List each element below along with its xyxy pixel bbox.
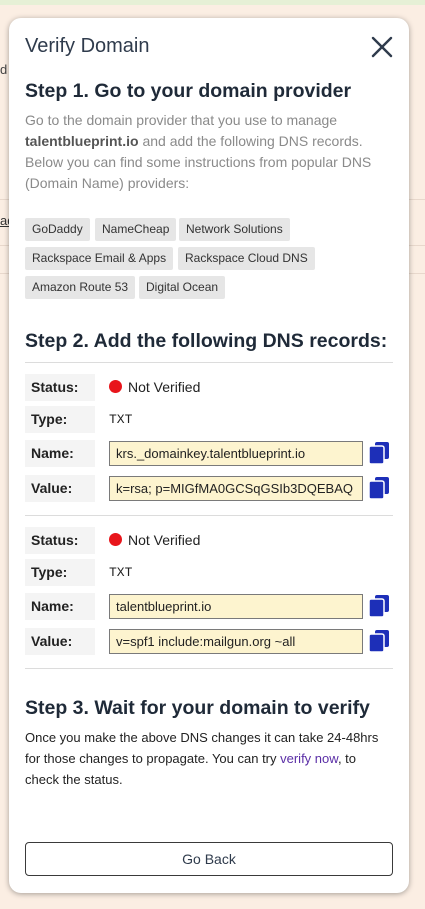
modal-title: Verify Domain: [25, 35, 150, 57]
value-label: Value:: [25, 475, 95, 502]
record-name-field[interactable]: talentblueprint.io: [109, 594, 363, 619]
close-button[interactable]: [367, 32, 397, 62]
copy-icon: [368, 595, 389, 618]
status-dot-icon: [109, 533, 122, 546]
status-label: Status:: [25, 374, 95, 401]
copy-name-button[interactable]: [368, 441, 390, 465]
copy-value-button[interactable]: [368, 476, 390, 500]
step3-heading: Step 3. Wait for your domain to verify: [25, 697, 370, 719]
type-value: TXT: [109, 412, 133, 427]
divider: [25, 668, 393, 669]
type-value: TXT: [109, 565, 133, 580]
provider-network-solutions[interactable]: Network Solutions: [179, 218, 290, 241]
copy-icon: [368, 477, 389, 500]
record-value-field[interactable]: v=spf1 include:mailgun.org ~all: [109, 629, 363, 654]
step2-heading: Step 2. Add the following DNS records:: [25, 330, 388, 352]
close-icon: [371, 36, 393, 58]
provider-rackspace-cloud-dns[interactable]: Rackspace Cloud DNS: [178, 247, 315, 270]
provider-namecheap[interactable]: NameCheap: [95, 218, 177, 241]
step1-heading: Step 1. Go to your domain provider: [25, 80, 352, 102]
status-value: Not Verified: [109, 374, 200, 401]
go-back-button[interactable]: Go Back: [25, 842, 393, 876]
value-label: Value:: [25, 628, 95, 655]
copy-name-button[interactable]: [368, 594, 390, 618]
type-label: Type:: [25, 406, 95, 433]
step3-text: Once you make the above DNS changes it c…: [25, 727, 385, 790]
record-name-field[interactable]: krs._domainkey.talentblueprint.io: [109, 441, 363, 466]
name-label: Name:: [25, 440, 95, 467]
status-text: Not Verified: [128, 532, 201, 548]
copy-icon: [368, 630, 389, 653]
status-dot-icon: [109, 380, 122, 393]
provider-rackspace-email[interactable]: Rackspace Email & Apps: [25, 247, 174, 270]
name-label: Name:: [25, 593, 95, 620]
copy-icon: [368, 442, 389, 465]
provider-digital-ocean[interactable]: Digital Ocean: [139, 276, 226, 299]
verify-domain-modal: Verify Domain Step 1. Go to your domain …: [9, 18, 409, 893]
status-value: Not Verified: [109, 527, 200, 554]
background-top-strip: [0, 0, 425, 5]
status-label: Status:: [25, 527, 95, 554]
verify-now-link[interactable]: verify now: [280, 751, 338, 766]
record-value-field[interactable]: k=rsa; p=MIGfMA0GCSqGSIb3DQEBAQ: [109, 476, 363, 501]
provider-godaddy[interactable]: GoDaddy: [25, 218, 90, 241]
status-text: Not Verified: [128, 379, 201, 395]
intro-text: Go to the domain provider that you use t…: [25, 112, 338, 128]
domain-name: talentblueprint.io: [25, 133, 139, 149]
provider-amazon-route53[interactable]: Amazon Route 53: [25, 276, 136, 299]
type-label: Type:: [25, 559, 95, 586]
step1-intro: Go to the domain provider that you use t…: [25, 110, 385, 194]
divider: [25, 515, 393, 516]
divider: [25, 362, 393, 363]
copy-value-button[interactable]: [368, 629, 390, 653]
background-text: d: [0, 62, 8, 77]
